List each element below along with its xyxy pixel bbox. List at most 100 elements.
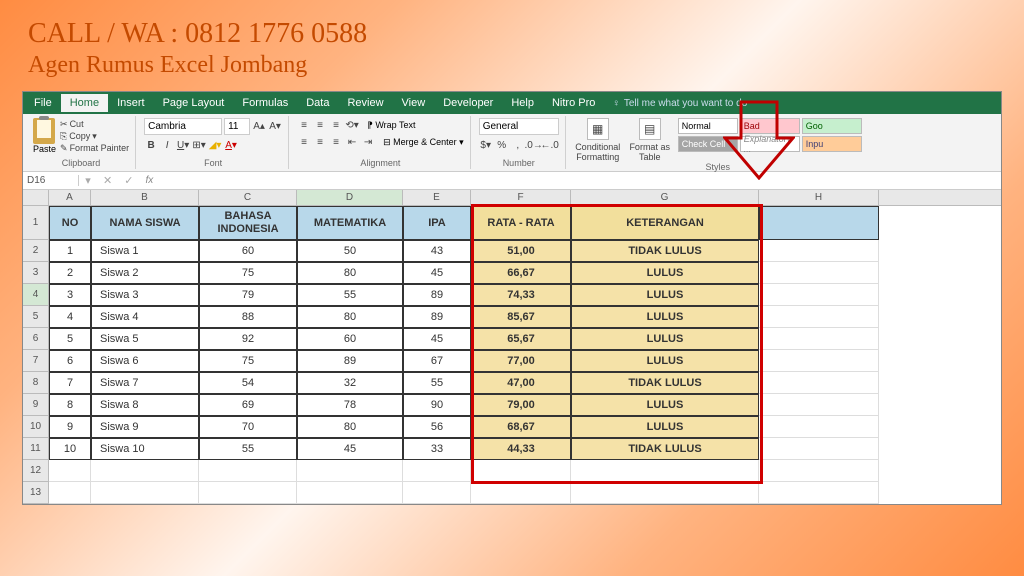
style-check[interactable]: Check Cell [678, 136, 738, 152]
tab-insert[interactable]: Insert [108, 94, 154, 112]
cell-ipa[interactable]: 55 [403, 372, 471, 394]
cell-rata[interactable]: 85,67 [471, 306, 571, 328]
tab-pagelayout[interactable]: Page Layout [154, 94, 234, 112]
col-D[interactable]: D [297, 190, 403, 205]
cell-ipa[interactable]: 45 [403, 262, 471, 284]
row-head[interactable]: 4 [23, 284, 49, 306]
row-head-1[interactable]: 1 [23, 206, 49, 240]
cell-ipa[interactable]: 89 [403, 284, 471, 306]
row-head[interactable]: 13 [23, 482, 49, 504]
align-mid-icon[interactable]: ≡ [313, 118, 327, 132]
cancel-icon[interactable]: ✕ [97, 174, 118, 187]
format-as-table-button[interactable]: ▤ Format as Table [626, 118, 674, 162]
style-explanatory[interactable]: Explanatory ... [740, 136, 800, 152]
cell-ipa[interactable]: 45 [403, 328, 471, 350]
cell-rata[interactable]: 68,67 [471, 416, 571, 438]
shrink-font-icon[interactable]: A▾ [268, 120, 282, 134]
cell-ket[interactable]: LULUS [571, 306, 759, 328]
col-H[interactable]: H [759, 190, 879, 205]
cell-no[interactable]: 7 [49, 372, 91, 394]
cell-ipa[interactable]: 90 [403, 394, 471, 416]
tab-review[interactable]: Review [338, 94, 392, 112]
hdr-nama[interactable]: NAMA SISWA [91, 206, 199, 240]
cell-mat[interactable]: 80 [297, 306, 403, 328]
cut-button[interactable]: ✂ Cut [60, 118, 129, 130]
row-head[interactable]: 8 [23, 372, 49, 394]
tab-help[interactable]: Help [502, 94, 543, 112]
cell-ket[interactable]: LULUS [571, 416, 759, 438]
hdr-blank[interactable] [759, 206, 879, 240]
row-head[interactable]: 2 [23, 240, 49, 262]
number-format-select[interactable] [479, 118, 559, 135]
tab-file[interactable]: File [25, 94, 61, 112]
cell-no[interactable]: 2 [49, 262, 91, 284]
cell-ket[interactable]: TIDAK LULUS [571, 438, 759, 460]
cell-mat[interactable]: 60 [297, 328, 403, 350]
cell-bi[interactable]: 88 [199, 306, 297, 328]
style-input[interactable]: Inpu [802, 136, 862, 152]
tab-nitro[interactable]: Nitro Pro [543, 94, 604, 112]
cell-bi[interactable]: 55 [199, 438, 297, 460]
cell-no[interactable]: 4 [49, 306, 91, 328]
hdr-ket[interactable]: KETERANGAN [571, 206, 759, 240]
cell-mat[interactable]: 32 [297, 372, 403, 394]
orientation-icon[interactable]: ⟲▾ [345, 118, 359, 132]
italic-button[interactable]: I [160, 138, 174, 152]
select-all-corner[interactable] [23, 190, 49, 205]
cell-ket[interactable]: LULUS [571, 328, 759, 350]
bold-button[interactable]: B [144, 138, 158, 152]
row-head[interactable]: 3 [23, 262, 49, 284]
cell-rata[interactable]: 65,67 [471, 328, 571, 350]
col-G[interactable]: G [571, 190, 759, 205]
percent-icon[interactable]: % [495, 138, 509, 152]
cell-ket[interactable]: LULUS [571, 284, 759, 306]
cell-nama[interactable]: Siswa 4 [91, 306, 199, 328]
cell-no[interactable]: 1 [49, 240, 91, 262]
cell-mat[interactable]: 50 [297, 240, 403, 262]
cell-rata[interactable]: 44,33 [471, 438, 571, 460]
align-bot-icon[interactable]: ≡ [329, 118, 343, 132]
cell-blank[interactable] [759, 262, 879, 284]
cell-nama[interactable]: Siswa 7 [91, 372, 199, 394]
comma-icon[interactable]: , [511, 138, 525, 152]
cell-blank[interactable] [759, 372, 879, 394]
row-head[interactable]: 10 [23, 416, 49, 438]
cell-rata[interactable]: 66,67 [471, 262, 571, 284]
align-left-icon[interactable]: ≡ [297, 135, 311, 149]
cell-bi[interactable]: 79 [199, 284, 297, 306]
cell-ket[interactable]: TIDAK LULUS [571, 240, 759, 262]
indent-icon[interactable]: ⇥ [361, 135, 375, 149]
row-head[interactable]: 12 [23, 460, 49, 482]
col-A[interactable]: A [49, 190, 91, 205]
fx-icon[interactable]: fx [139, 175, 159, 186]
cell-ipa[interactable]: 33 [403, 438, 471, 460]
cell-bi[interactable]: 54 [199, 372, 297, 394]
cell-nama[interactable]: Siswa 2 [91, 262, 199, 284]
cell-rata[interactable]: 74,33 [471, 284, 571, 306]
cell-mat[interactable]: 80 [297, 262, 403, 284]
style-normal[interactable]: Normal [678, 118, 738, 134]
paste-button[interactable]: Paste [33, 118, 56, 154]
cell-no[interactable]: 10 [49, 438, 91, 460]
hdr-bi[interactable]: BAHASA INDONESIA [199, 206, 297, 240]
cell-bi[interactable]: 60 [199, 240, 297, 262]
cell-no[interactable]: 5 [49, 328, 91, 350]
cell-blank[interactable] [759, 416, 879, 438]
hdr-rata[interactable]: RATA - RATA [471, 206, 571, 240]
row-head[interactable]: 11 [23, 438, 49, 460]
cell-ket[interactable]: LULUS [571, 262, 759, 284]
cell-blank[interactable] [759, 284, 879, 306]
tab-view[interactable]: View [393, 94, 435, 112]
tab-home[interactable]: Home [61, 94, 108, 112]
style-good[interactable]: Goo [802, 118, 862, 134]
font-size-select[interactable] [224, 118, 250, 135]
hdr-mat[interactable]: MATEMATIKA [297, 206, 403, 240]
col-C[interactable]: C [199, 190, 297, 205]
tab-formulas[interactable]: Formulas [233, 94, 297, 112]
col-F[interactable]: F [471, 190, 571, 205]
hdr-no[interactable]: NO [49, 206, 91, 240]
cell-rata[interactable]: 47,00 [471, 372, 571, 394]
cell-mat[interactable]: 89 [297, 350, 403, 372]
grow-font-icon[interactable]: A▴ [252, 120, 266, 134]
font-name-select[interactable] [144, 118, 222, 135]
